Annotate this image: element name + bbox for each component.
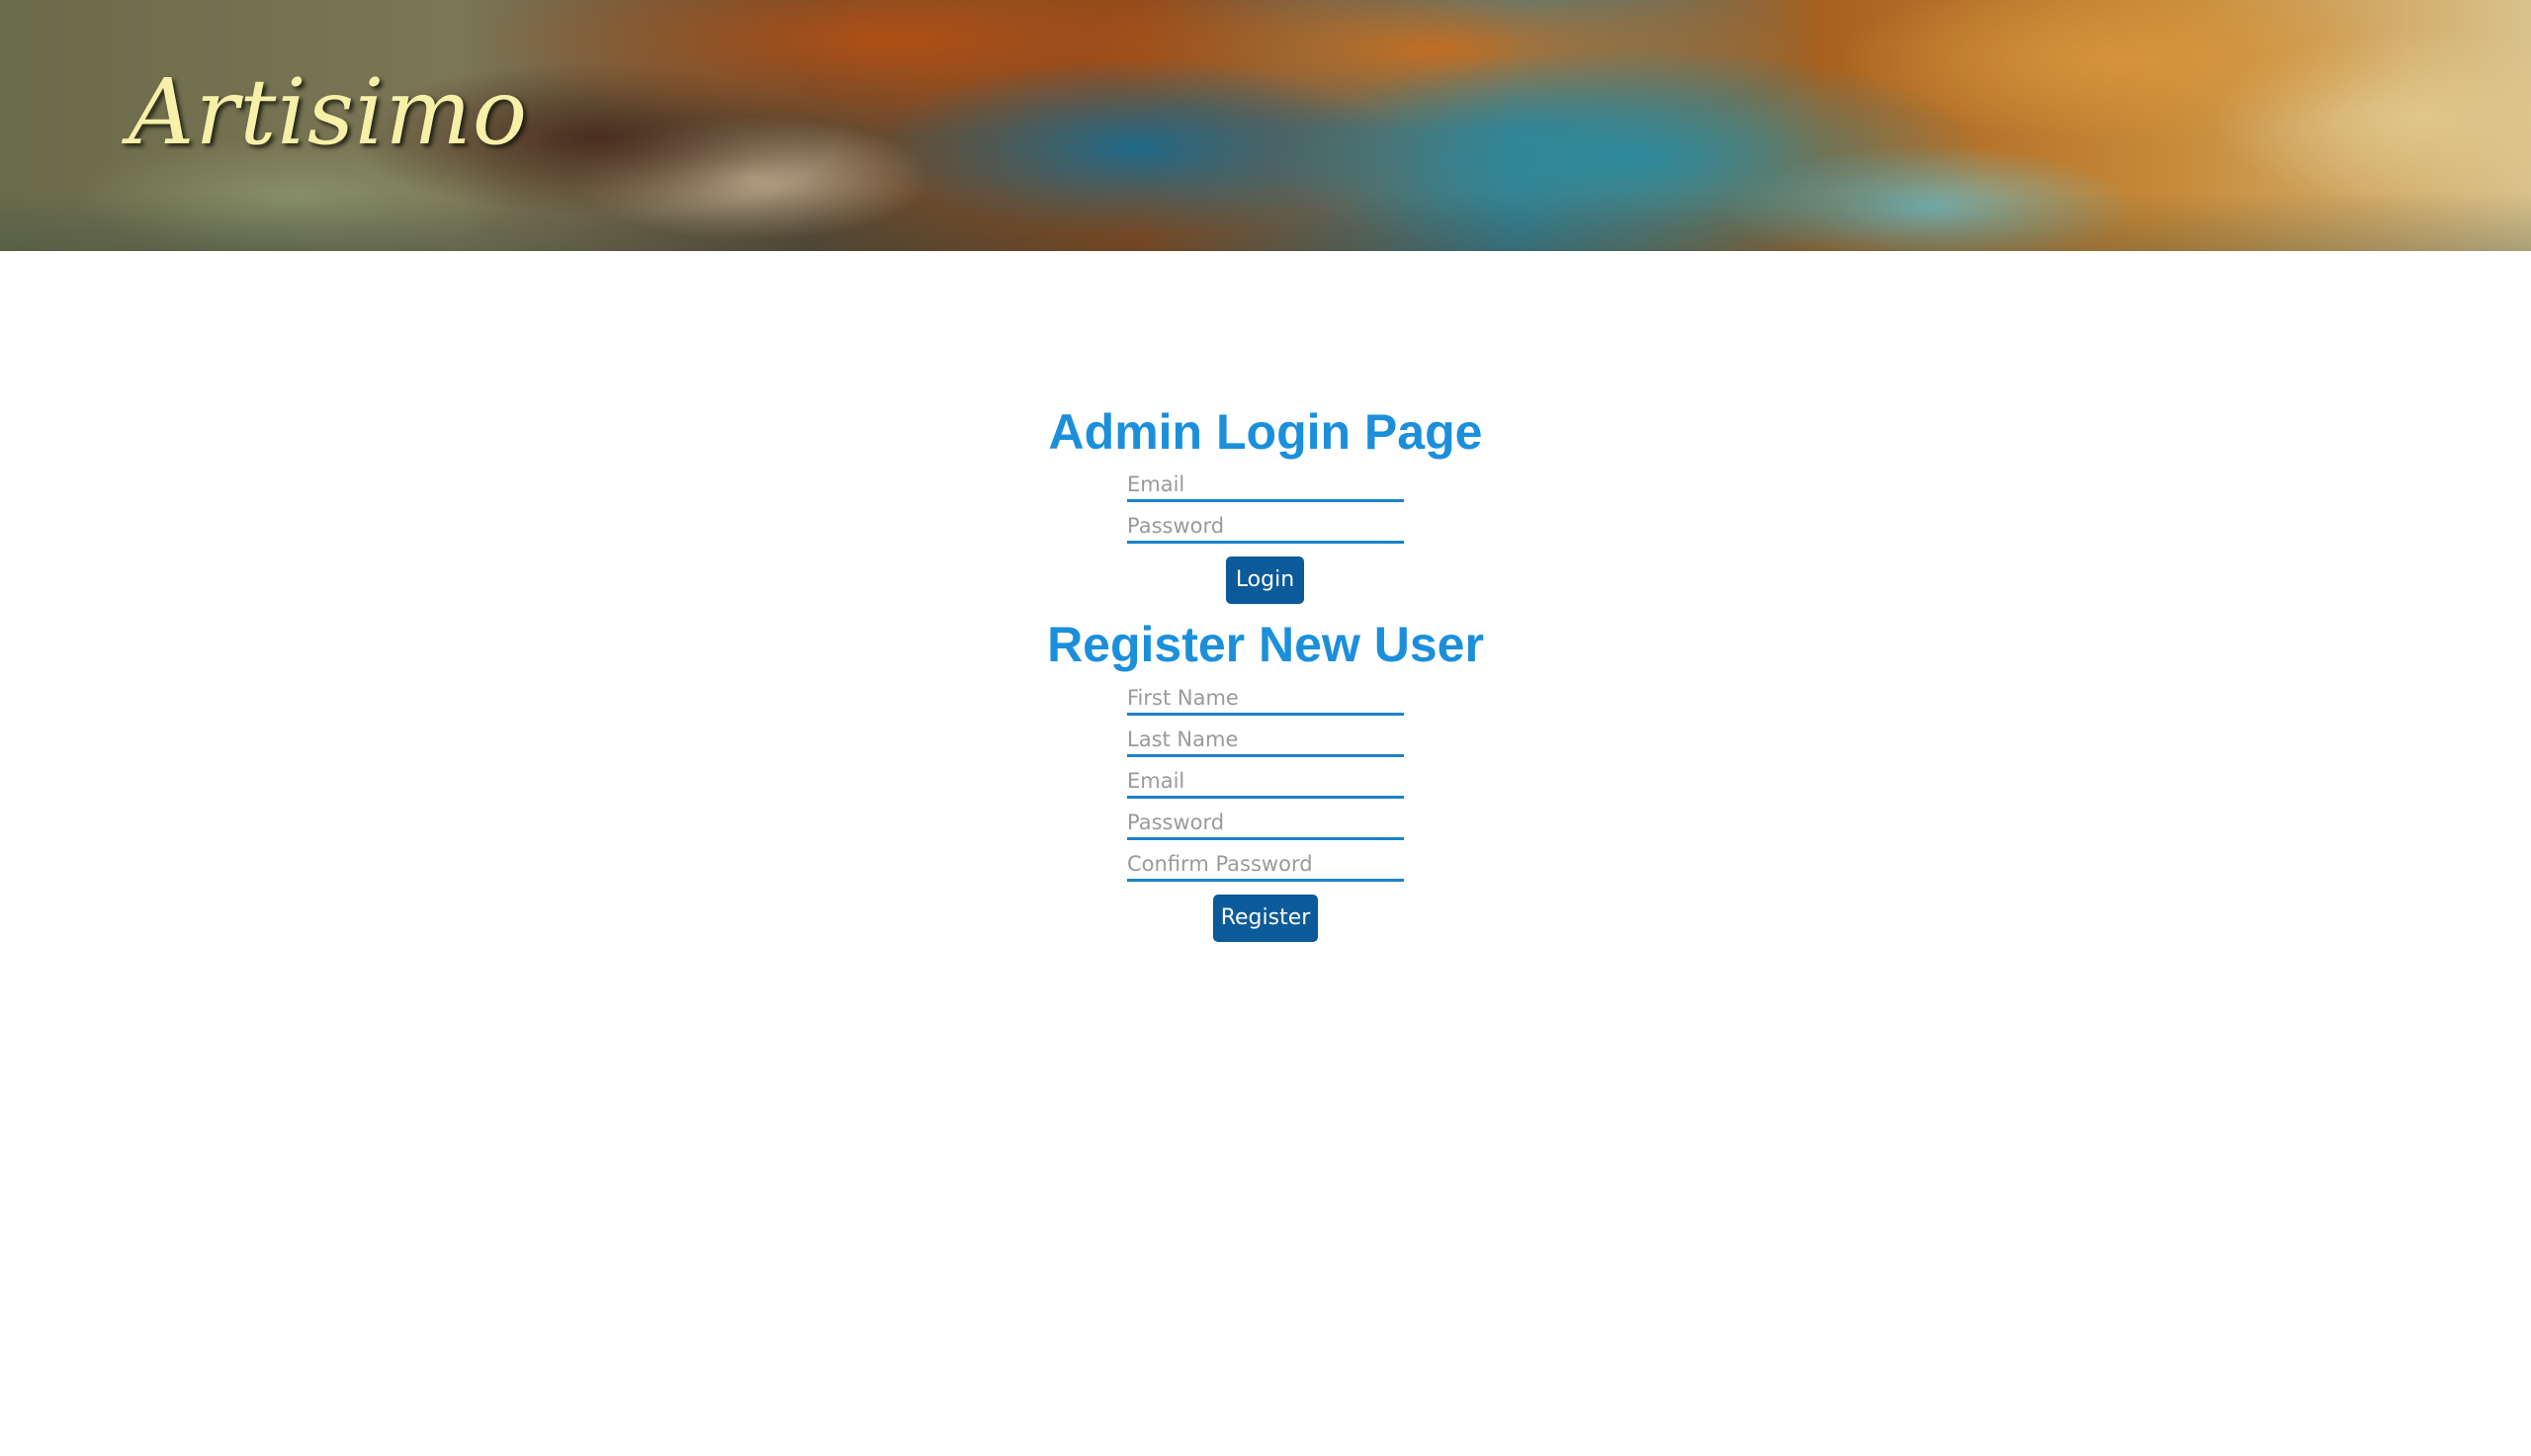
login-title: Admin Login Page (1048, 404, 1483, 460)
site-logo[interactable]: Artisimo (129, 67, 528, 158)
register-first-name-field[interactable] (1127, 682, 1404, 716)
register-button[interactable]: Register (1213, 895, 1318, 942)
header-banner: Artisimo (0, 0, 2531, 251)
register-confirm-password-field[interactable] (1127, 848, 1404, 882)
register-last-name-field[interactable] (1127, 724, 1404, 757)
login-email-field[interactable] (1127, 469, 1404, 502)
register-password-field[interactable] (1127, 807, 1404, 840)
register-title: Register New User (1047, 617, 1484, 672)
login-password-field[interactable] (1127, 510, 1404, 544)
register-email-field[interactable] (1127, 765, 1404, 799)
login-button[interactable]: Login (1226, 557, 1304, 604)
